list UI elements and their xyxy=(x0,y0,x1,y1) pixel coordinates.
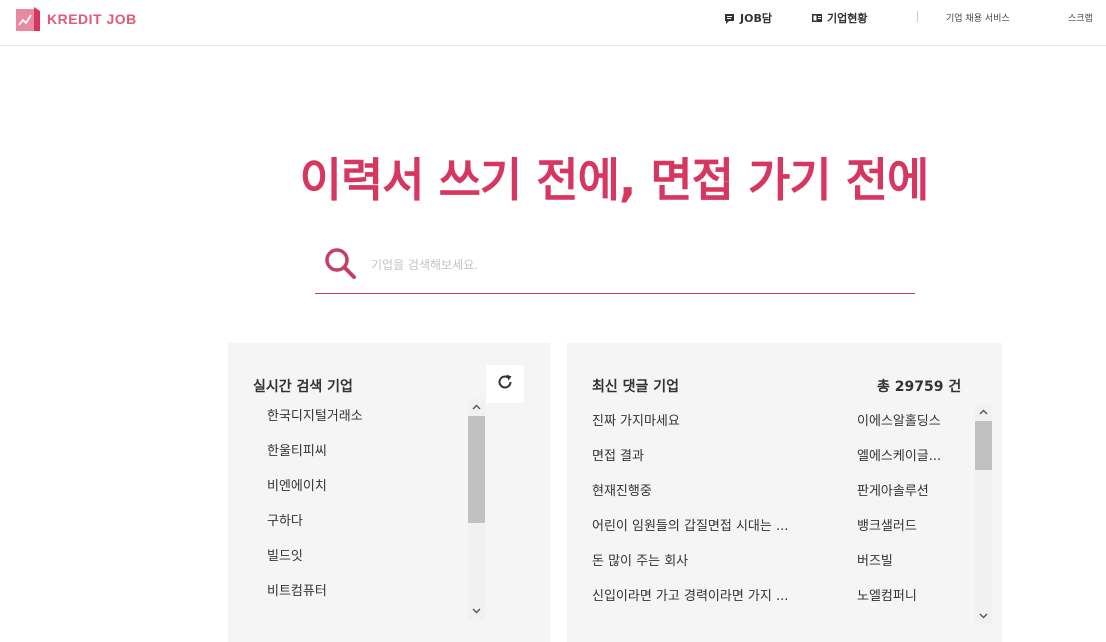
refresh-button[interactable] xyxy=(486,365,524,403)
realtime-list-scrollbar[interactable] xyxy=(468,399,485,619)
nav-recruit-service-link[interactable]: 기업 채용 서비스 xyxy=(946,11,1010,24)
comment-company[interactable]: 엘에스케이글... xyxy=(857,446,957,481)
comment-company[interactable]: 버즈빌 xyxy=(857,551,957,586)
comments-list-scrollbar[interactable] xyxy=(975,404,992,624)
nav-job-talk[interactable]: JOB담 xyxy=(724,10,772,26)
comment-company[interactable]: 판게아솔루션 xyxy=(857,481,957,516)
comment-company[interactable]: 이에스알홀딩스 xyxy=(857,411,957,446)
nav-divider xyxy=(917,11,918,22)
scroll-thumb[interactable] xyxy=(468,416,485,523)
scroll-up-arrow-icon[interactable] xyxy=(468,399,485,415)
scroll-down-arrow-icon[interactable] xyxy=(975,608,992,624)
nav-job-talk-label: JOB담 xyxy=(740,12,772,25)
chat-icon xyxy=(724,12,736,24)
comment-title[interactable]: 진짜 가지마세요 xyxy=(592,411,812,446)
search-icon[interactable] xyxy=(323,246,357,280)
comment-title[interactable]: 돈 많이 주는 회사 xyxy=(592,551,812,586)
latest-comments-panel: 최신 댓글 기업 총 29759 건 진짜 가지마세요 이에스알홀딩스 면접 결… xyxy=(567,343,1002,642)
comments-total-count: 총 29759 건 xyxy=(877,379,962,395)
comment-title[interactable]: 면접 결과 xyxy=(592,446,812,481)
realtime-company-item[interactable]: 구하다 xyxy=(267,511,467,546)
realtime-company-item[interactable]: 빌드잇 xyxy=(267,546,467,581)
hero-title: 이력서 쓰기 전에, 면접 가기 전에 xyxy=(299,153,930,207)
comment-company[interactable]: 노엘컴퍼니 xyxy=(857,586,957,621)
nav-company-status[interactable]: 기업현황 xyxy=(811,10,867,26)
search-bar xyxy=(315,236,915,294)
realtime-company-item[interactable]: 한국디지털거래소 xyxy=(267,406,467,441)
scroll-down-arrow-icon[interactable] xyxy=(468,603,485,619)
kredit-job-logo[interactable]: KREDIT JOB xyxy=(14,5,137,33)
latest-comments-title: 최신 댓글 기업 xyxy=(592,379,680,395)
nav-scrap-link[interactable]: 스크랩 xyxy=(1068,11,1093,24)
logo-mark-icon xyxy=(14,5,42,33)
refresh-icon xyxy=(496,373,514,395)
scroll-thumb[interactable] xyxy=(975,421,992,470)
realtime-company-item[interactable]: 비트컴퓨터 xyxy=(267,581,467,616)
nav-company-status-label: 기업현황 xyxy=(827,12,868,25)
logo-text: KREDIT JOB xyxy=(47,11,137,27)
comment-company[interactable]: 뱅크샐러드 xyxy=(857,516,957,551)
comment-title[interactable]: 현재진행중 xyxy=(592,481,812,516)
top-header: KREDIT JOB JOB담 기업현황 기업 채용 서비스 스크랩 xyxy=(0,0,1106,46)
realtime-company-list: 한국디지털거래소 한울티피씨 비엔에이치 구하다 빌드잇 비트컴퓨터 xyxy=(267,406,467,616)
realtime-search-title: 실시간 검색 기업 xyxy=(253,379,353,395)
realtime-company-item[interactable]: 한울티피씨 xyxy=(267,441,467,476)
company-search-input[interactable] xyxy=(371,250,891,280)
comment-title[interactable]: 신입이라면 가고 경력이라면 가지 ... xyxy=(592,586,812,621)
comment-title[interactable]: 어린이 임원들의 갑질면접 시대는 ... xyxy=(592,516,812,551)
company-card-icon xyxy=(811,12,823,24)
realtime-company-item[interactable]: 비엔에이치 xyxy=(267,476,467,511)
realtime-search-panel: 실시간 검색 기업 한국디지털거래소 한울티피씨 비엔에이치 구하다 빌드잇 비… xyxy=(228,343,550,642)
scroll-up-arrow-icon[interactable] xyxy=(975,404,992,420)
